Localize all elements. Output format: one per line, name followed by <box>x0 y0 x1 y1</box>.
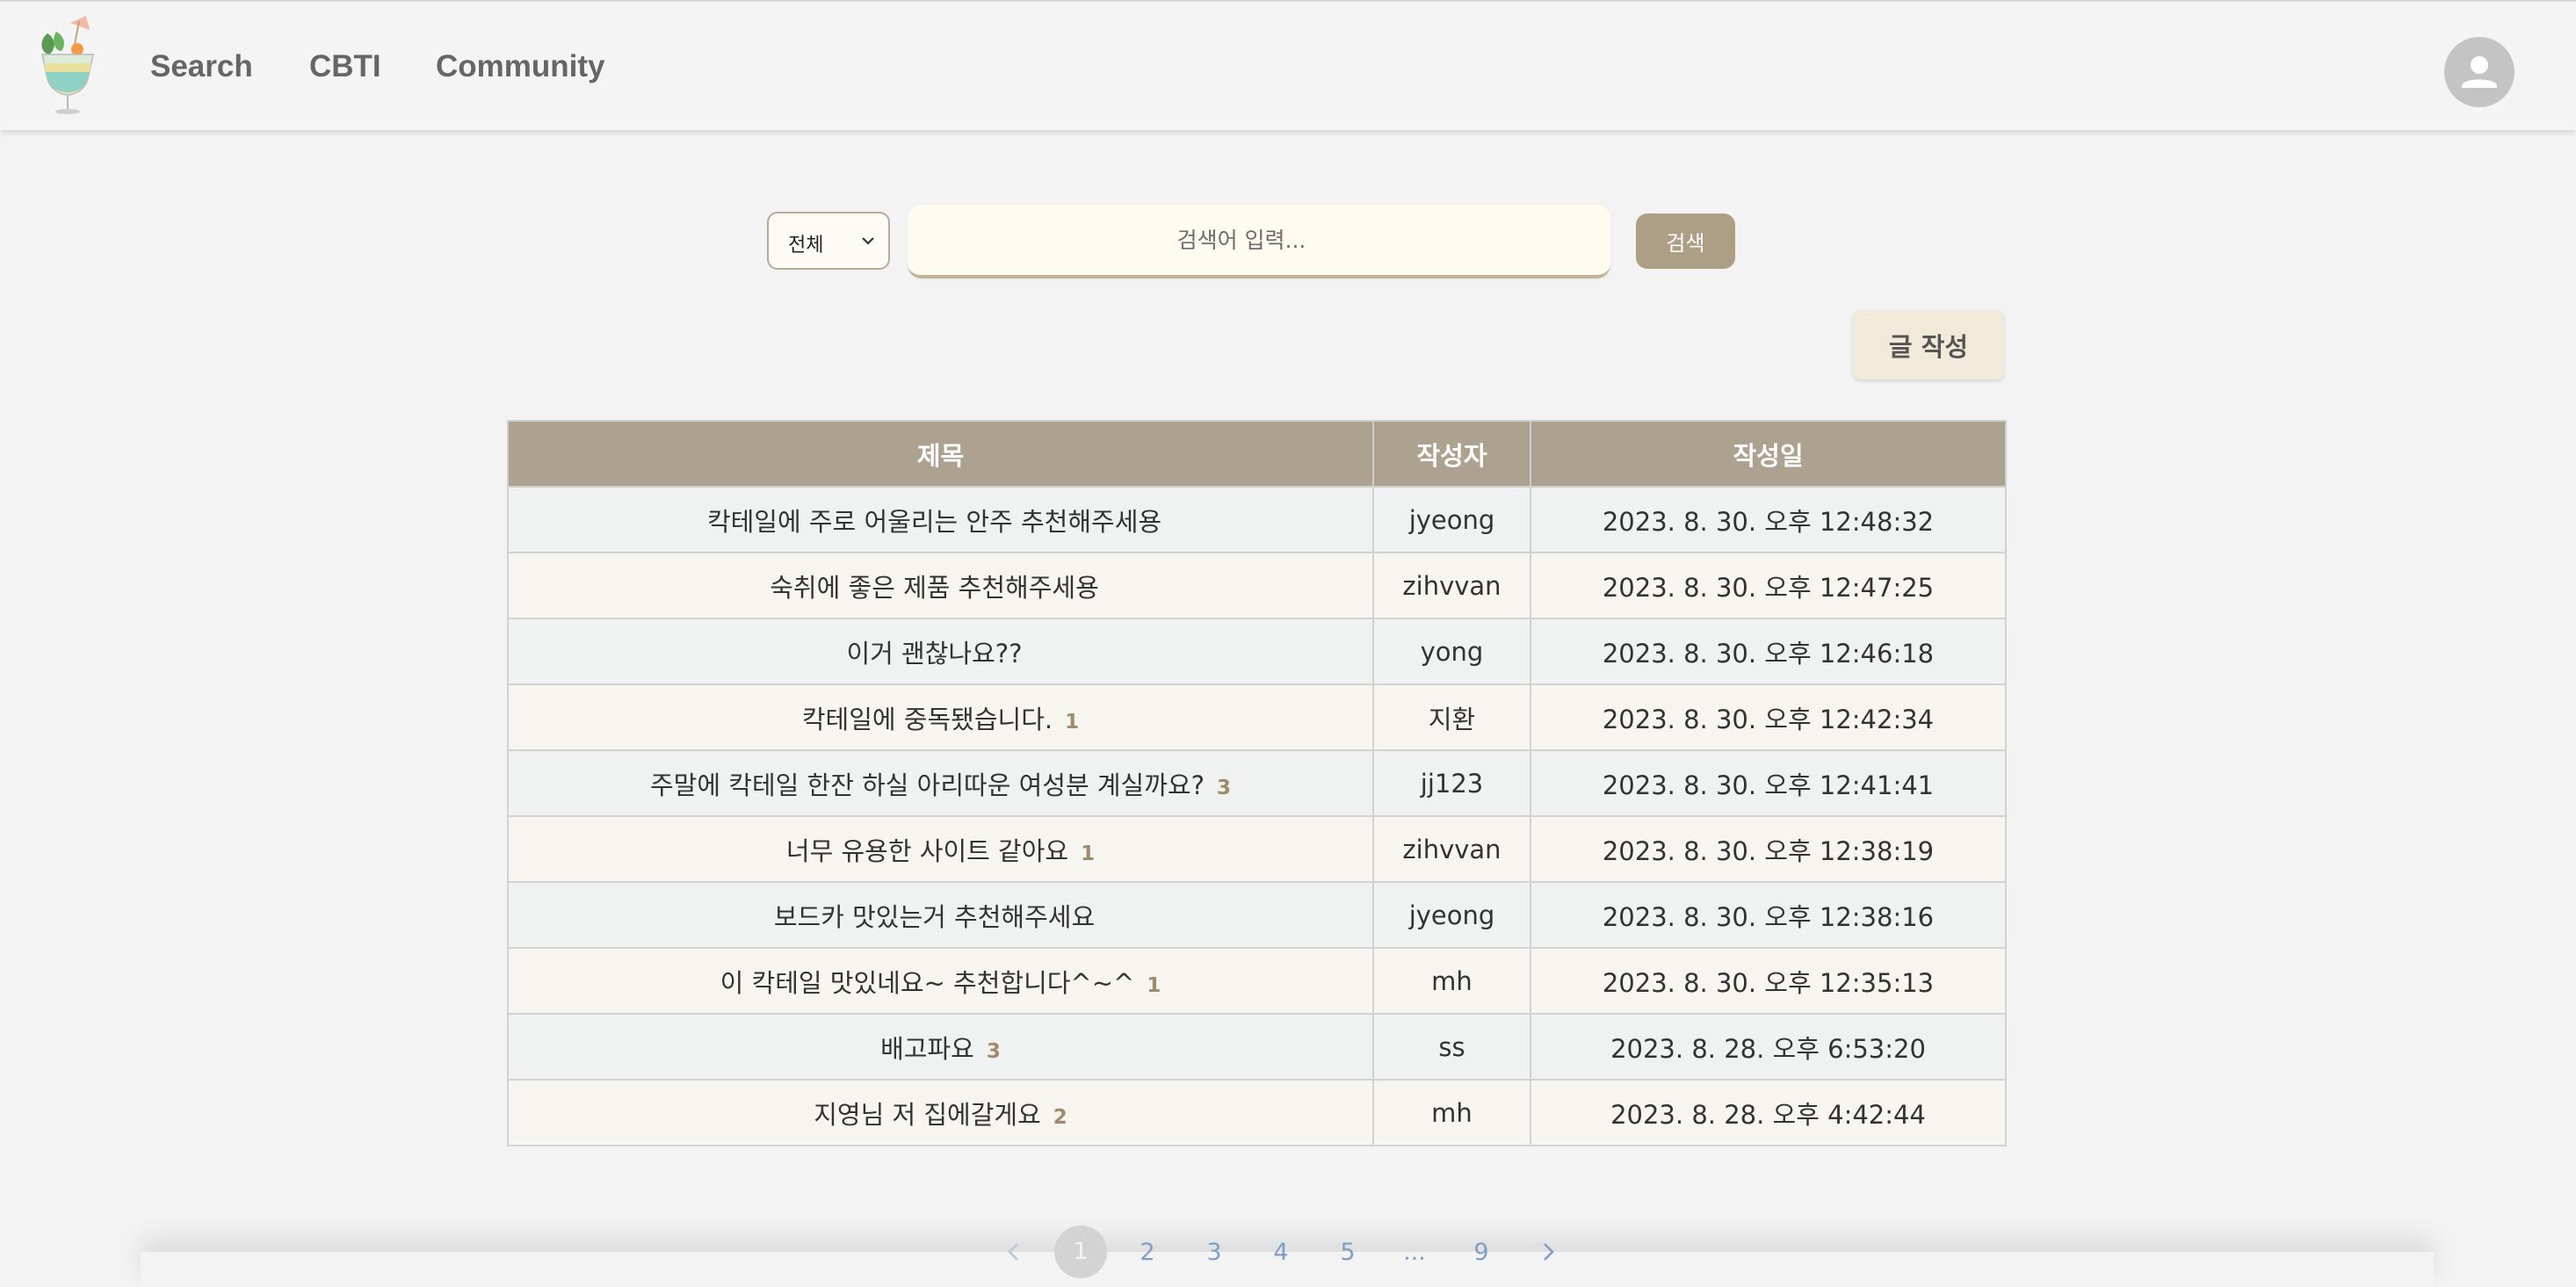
post-title-cell[interactable]: 이거 괜찮나요?? <box>507 618 1374 685</box>
post-title[interactable]: 칵테일에 중독됐습니다. <box>802 705 1053 734</box>
table-row[interactable]: 너무 유용한 사이트 같아요 1 zihvvan 2023. 8. 30. 오후 … <box>507 815 2007 883</box>
table-row[interactable]: 칵테일에 중독됐습니다. 1 지환 2023. 8. 30. 오후 12:42:3… <box>507 683 2007 751</box>
table-row[interactable]: 주말에 칵테일 한잔 하실 아리따운 여성분 계실까요? 3 jj123 2023… <box>507 749 2007 817</box>
nav-cbti-link[interactable]: CBTI <box>309 49 381 84</box>
comment-count: 3 <box>1216 776 1231 799</box>
post-title[interactable]: 지영님 저 집에갈게요 <box>814 1100 1041 1130</box>
post-title[interactable]: 너무 유용한 사이트 같아요 <box>786 836 1068 866</box>
table-row[interactable]: 지영님 저 집에갈게요 2 mh 2023. 8. 28. 오후 4:42:44 <box>507 1079 2007 1146</box>
column-header-date: 작성일 <box>1530 420 2007 488</box>
search-input[interactable] <box>908 205 1610 278</box>
cocktail-glass-icon[interactable] <box>35 14 100 116</box>
post-title-cell[interactable]: 배고파요 3 <box>507 1013 1374 1081</box>
next-page-button[interactable] <box>1515 1240 1581 1263</box>
post-date: 2023. 8. 30. 오후 12:48:32 <box>1530 486 2007 553</box>
post-title-cell[interactable]: 너무 유용한 사이트 같아요 1 <box>507 815 1374 883</box>
table-header-row: 제목 작성자 작성일 <box>507 420 2007 488</box>
page-1-button[interactable]: 1 <box>1054 1226 1107 1278</box>
post-title-cell[interactable]: 지영님 저 집에갈게요 2 <box>507 1079 1374 1146</box>
post-author: jyeong <box>1372 486 1531 553</box>
post-date: 2023. 8. 28. 오후 6:53:20 <box>1530 1013 2007 1081</box>
post-title[interactable]: 이거 괜찮나요?? <box>846 639 1022 669</box>
post-author: mh <box>1372 947 1531 1015</box>
post-date: 2023. 8. 30. 오후 12:46:18 <box>1530 618 2007 685</box>
chevron-left-icon <box>1008 1243 1018 1261</box>
category-select[interactable]: 전체 <box>767 212 890 270</box>
post-title[interactable]: 주말에 칵테일 한잔 하실 아리따운 여성분 계실까요? <box>650 770 1205 800</box>
post-author: zihvvan <box>1372 815 1531 883</box>
post-title[interactable]: 숙취에 좋은 제품 추천해주세용 <box>770 573 1099 603</box>
prev-page-button[interactable] <box>980 1240 1047 1263</box>
page-9-button[interactable]: 9 <box>1448 1239 1515 1266</box>
table-row[interactable]: 보드카 맛있는거 추천해주세요 jyeong 2023. 8. 30. 오후 1… <box>507 881 2007 949</box>
page-4-button[interactable]: 4 <box>1248 1239 1314 1266</box>
post-date: 2023. 8. 30. 오후 12:35:13 <box>1530 947 2007 1015</box>
post-date: 2023. 8. 30. 오후 12:38:16 <box>1530 881 2007 949</box>
table-row[interactable]: 칵테일에 주로 어울리는 안주 추천해주세용 jyeong 2023. 8. 3… <box>507 486 2007 553</box>
post-author: zihvvan <box>1372 552 1531 619</box>
table-row[interactable]: 이거 괜찮나요?? yong 2023. 8. 30. 오후 12:46:18 <box>507 618 2007 685</box>
comment-count: 1 <box>1147 973 1161 997</box>
post-title-cell[interactable]: 주말에 칵테일 한잔 하실 아리따운 여성분 계실까요? 3 <box>507 749 1374 817</box>
category-select-value: 전체 <box>788 235 824 257</box>
comment-count: 1 <box>1081 842 1096 865</box>
column-header-title: 제목 <box>507 420 1374 488</box>
comment-count: 3 <box>986 1039 1001 1063</box>
post-title-cell[interactable]: 칵테일에 중독됐습니다. 1 <box>507 683 1374 751</box>
post-date: 2023. 8. 28. 오후 4:42:44 <box>1530 1079 2007 1146</box>
post-author: jyeong <box>1372 881 1531 949</box>
comment-count: 2 <box>1053 1105 1067 1129</box>
post-author: jj123 <box>1372 749 1531 817</box>
post-title[interactable]: 칵테일에 주로 어울리는 안주 추천해주세용 <box>707 507 1161 537</box>
page-5-button[interactable]: 5 <box>1314 1239 1381 1266</box>
page-ellipsis[interactable]: ... <box>1381 1239 1448 1266</box>
search-button[interactable]: 검색 <box>1636 213 1735 269</box>
post-date: 2023. 8. 30. 오후 12:42:34 <box>1530 683 2007 751</box>
post-title-cell[interactable]: 칵테일에 주로 어울리는 안주 추천해주세용 <box>507 486 1374 553</box>
column-header-author: 작성자 <box>1372 420 1531 488</box>
chevron-right-icon <box>1544 1243 1554 1261</box>
post-title[interactable]: 이 칵테일 맛있네요~ 추천합니다^~^ <box>720 968 1135 998</box>
post-author: mh <box>1372 1079 1531 1146</box>
top-navbar: Search CBTI Community <box>0 0 2576 130</box>
post-title-cell[interactable]: 숙취에 좋은 제품 추천해주세용 <box>507 552 1374 619</box>
nav-search-link[interactable]: Search <box>150 49 253 84</box>
person-icon <box>2462 56 2497 88</box>
user-avatar-icon[interactable] <box>2444 37 2514 107</box>
post-date: 2023. 8. 30. 오후 12:41:41 <box>1530 749 2007 817</box>
table-row[interactable]: 배고파요 3 ss 2023. 8. 28. 오후 6:53:20 <box>507 1013 2007 1081</box>
post-title[interactable]: 보드카 맛있는거 추천해주세요 <box>774 902 1095 932</box>
post-title[interactable]: 배고파요 <box>880 1034 974 1064</box>
post-date: 2023. 8. 30. 오후 12:47:25 <box>1530 552 2007 619</box>
nav-community-link[interactable]: Community <box>436 49 605 84</box>
post-title-cell[interactable]: 보드카 맛있는거 추천해주세요 <box>507 881 1374 949</box>
comment-count: 1 <box>1065 710 1080 734</box>
table-row[interactable]: 숙취에 좋은 제품 추천해주세용 zihvvan 2023. 8. 30. 오후… <box>507 552 2007 619</box>
chevron-down-icon <box>862 237 874 245</box>
post-title-cell[interactable]: 이 칵테일 맛있네요~ 추천합니다^~^ 1 <box>507 947 1374 1015</box>
pagination: 1 2 3 4 5 ... 9 <box>980 1226 1581 1278</box>
write-post-button[interactable]: 글 작성 <box>1853 310 2004 380</box>
post-author: yong <box>1372 618 1531 685</box>
post-author: 지환 <box>1372 683 1531 751</box>
post-table: 제목 작성자 작성일 칵테일에 주로 어울리는 안주 추천해주세용 jyeong… <box>507 420 2007 1146</box>
page-2-button[interactable]: 2 <box>1114 1239 1181 1266</box>
table-row[interactable]: 이 칵테일 맛있네요~ 추천합니다^~^ 1 mh 2023. 8. 30. 오후… <box>507 947 2007 1015</box>
page-3-button[interactable]: 3 <box>1181 1239 1248 1266</box>
post-date: 2023. 8. 30. 오후 12:38:19 <box>1530 815 2007 883</box>
post-author: ss <box>1372 1013 1531 1081</box>
